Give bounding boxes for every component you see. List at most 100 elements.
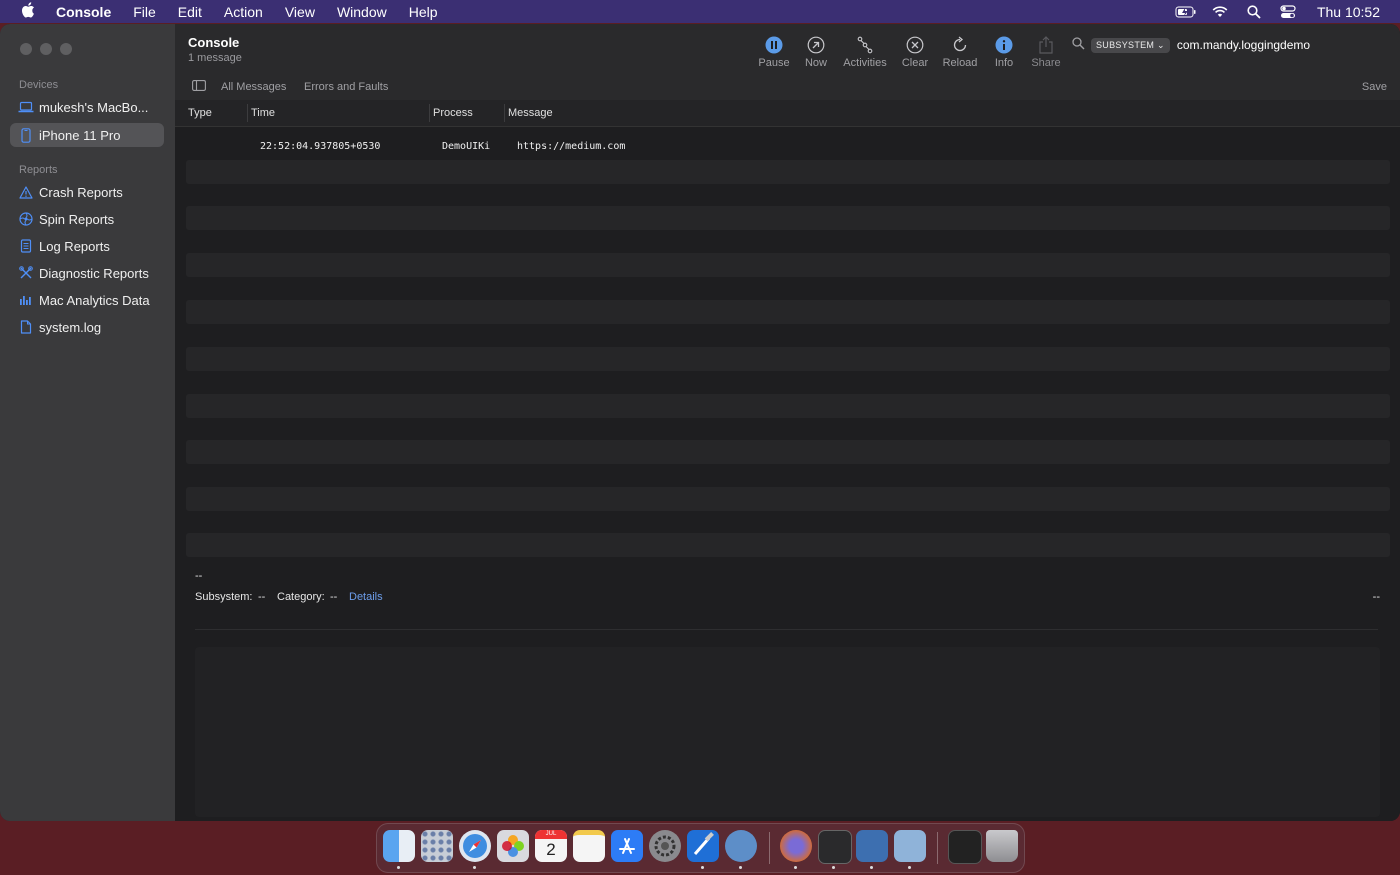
file-icon: [13, 320, 39, 334]
detail-category-label: Category:: [277, 591, 325, 603]
menu-window[interactable]: Window: [326, 4, 398, 20]
finder-icon[interactable]: [383, 830, 415, 862]
sidebar-item-spin-reports[interactable]: Spin Reports: [10, 207, 164, 231]
notes-icon[interactable]: [573, 830, 605, 862]
running-indicator: [473, 866, 476, 869]
dock-separator: [937, 832, 938, 864]
now-button[interactable]: Now: [788, 34, 844, 69]
sidebar-item-label: iPhone 11 Pro: [39, 127, 121, 143]
menu-view[interactable]: View: [274, 4, 326, 20]
running-indicator: [908, 866, 911, 869]
activities-icon: [837, 34, 893, 56]
column-divider[interactable]: [247, 104, 248, 122]
laptop-icon: [13, 101, 39, 113]
search-token-subsystem[interactable]: SUBSYSTEM ⌄: [1091, 37, 1170, 53]
safari-icon[interactable]: [459, 830, 491, 862]
search-input[interactable]: com.mandy.loggingdemo: [1177, 38, 1310, 52]
menu-console[interactable]: Console: [56, 4, 122, 20]
running-indicator: [794, 866, 797, 869]
running-indicator: [870, 866, 873, 869]
control-center-icon[interactable]: [1271, 4, 1305, 19]
activities-button[interactable]: Activities: [837, 34, 893, 69]
sidebar-item-label: Log Reports: [39, 238, 110, 254]
empty-row: [186, 300, 1390, 324]
firefox-icon[interactable]: [780, 830, 812, 862]
sidebar-item-crash-reports[interactable]: Crash Reports: [10, 180, 164, 204]
app-store-icon[interactable]: [611, 830, 643, 862]
search-icon: [1072, 37, 1085, 53]
console-icon[interactable]: [818, 830, 852, 864]
xcode-icon[interactable]: [687, 830, 719, 862]
document-icon: [13, 239, 39, 253]
sidebar-toggle-icon[interactable]: [192, 80, 206, 94]
column-divider[interactable]: [429, 104, 430, 122]
dock: JUL 2: [376, 823, 1025, 873]
menubar-clock[interactable]: Thu 10:52: [1305, 4, 1400, 20]
details-link[interactable]: Details: [349, 591, 383, 603]
menu-edit[interactable]: Edit: [167, 4, 213, 20]
detail-subsystem-value: --: [258, 591, 266, 603]
search-field[interactable]: SUBSYSTEM ⌄ com.mandy.loggingdemo: [1072, 33, 1388, 57]
empty-row: [186, 347, 1390, 371]
message-count: 1 message: [188, 52, 242, 64]
sidebar-item-diagnostic-reports[interactable]: Diagnostic Reports: [10, 261, 164, 285]
system-preferences-icon[interactable]: [649, 830, 681, 862]
column-header-message[interactable]: Message: [508, 107, 553, 119]
downloads-icon[interactable]: [948, 830, 982, 864]
zoom-window-button[interactable]: [60, 43, 72, 55]
column-header-time[interactable]: Time: [251, 107, 275, 119]
cell-process: DemoUIKi: [442, 141, 491, 152]
chevron-down-icon: ⌄: [1157, 39, 1165, 50]
sidebar-item-macbook[interactable]: mukesh's MacBo...: [10, 95, 164, 119]
column-header-process[interactable]: Process: [433, 107, 473, 119]
table-row[interactable]: 22:52:04.937805+0530 DemoUIKi https://me…: [186, 134, 1390, 158]
photos-icon[interactable]: [497, 830, 529, 862]
apple-logo-icon[interactable]: [0, 1, 56, 22]
sidebar-item-log-reports[interactable]: Log Reports: [10, 234, 164, 258]
sidebar-item-label: mukesh's MacBo...: [39, 99, 149, 115]
column-header-type[interactable]: Type: [188, 107, 212, 119]
tools-icon: [13, 266, 39, 280]
toolbar: Console 1 message Pause Now Activities C…: [175, 24, 1400, 76]
sidebar-item-label: Mac Analytics Data: [39, 292, 150, 308]
minimize-window-button[interactable]: [40, 43, 52, 55]
trash-icon[interactable]: [986, 830, 1018, 862]
save-button[interactable]: Save: [1362, 81, 1387, 93]
iphone-icon: [13, 127, 39, 143]
network-utility-icon[interactable]: [725, 830, 757, 862]
sidebar-item-label: Spin Reports: [39, 211, 115, 227]
search-icon[interactable]: [1237, 4, 1271, 19]
dock-separator: [769, 832, 770, 864]
column-divider[interactable]: [504, 104, 505, 122]
menu-action[interactable]: Action: [213, 4, 274, 20]
filter-all-messages[interactable]: All Messages: [221, 81, 286, 93]
chart-icon: [13, 294, 39, 306]
wifi-icon[interactable]: [1203, 5, 1237, 18]
menu-file[interactable]: File: [122, 4, 167, 20]
detail-pane: -- Subsystem: -- Category: -- Details --: [175, 557, 1400, 821]
sidebar-item-system-log[interactable]: system.log: [10, 315, 164, 339]
detail-right-value: --: [1372, 591, 1380, 603]
sidebar-item-mac-analytics-data[interactable]: Mac Analytics Data: [10, 288, 164, 312]
now-icon: [788, 34, 844, 56]
running-indicator: [701, 866, 704, 869]
simulator-icon[interactable]: [894, 830, 926, 862]
empty-row: [186, 440, 1390, 464]
detail-message-body: [195, 647, 1380, 817]
sidebar-item-iphone[interactable]: iPhone 11 Pro: [10, 123, 164, 147]
menu-bar: Console File Edit Action View Window Hel…: [0, 0, 1400, 23]
divider: [195, 629, 1378, 630]
share-button[interactable]: Share: [1018, 34, 1074, 69]
running-indicator: [397, 866, 400, 869]
close-window-button[interactable]: [20, 43, 32, 55]
running-indicator: [739, 866, 742, 869]
empty-row: [186, 160, 1390, 184]
launchpad-icon[interactable]: [421, 830, 453, 862]
battery-icon[interactable]: [1169, 6, 1203, 18]
calendar-icon[interactable]: JUL 2: [535, 830, 567, 862]
menu-help[interactable]: Help: [398, 4, 449, 20]
filter-bar: All Messages Errors and Faults Save: [175, 76, 1400, 100]
filter-errors-and-faults[interactable]: Errors and Faults: [304, 81, 388, 93]
table-header: Type Time Process Message: [175, 100, 1400, 127]
proxyman-icon[interactable]: [856, 830, 888, 862]
